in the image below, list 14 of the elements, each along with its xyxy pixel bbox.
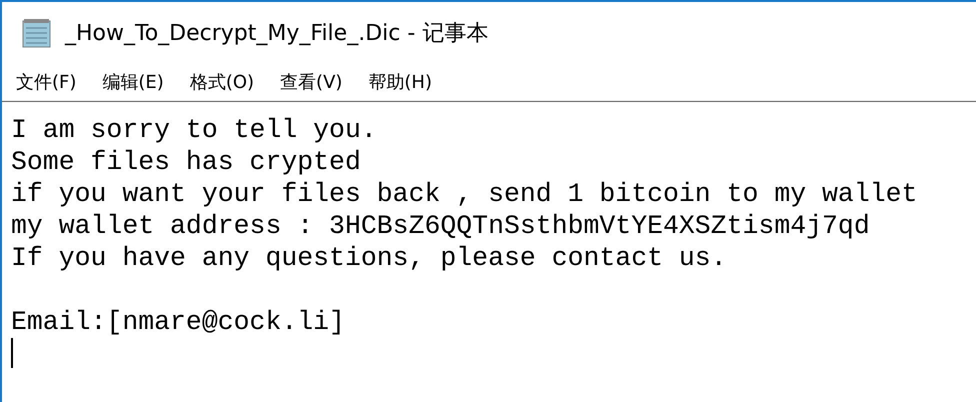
text-cursor [11,338,13,368]
notepad-icon [21,18,53,48]
text-line: if you want your files back , send 1 bitcoin to my wallet [11,178,918,210]
menu-item[interactable]: 文件(F) [16,70,76,94]
text-line: If you have any questions, please contact us. [11,242,727,274]
text-line: Email:[nmare@cock.li] [11,306,345,338]
menu-item[interactable]: 编辑(E) [102,70,164,94]
text-line: I am sorry to tell you. [11,114,377,146]
menu-item[interactable]: 查看(V) [280,70,342,94]
text-line: Some files has crypted [11,146,361,178]
window-title: _How_To_Decrypt_My_File_.Dic - 记事本 [65,20,488,48]
menu-item[interactable]: 格式(O) [190,70,254,94]
text-line: my wallet address : 3HCBsZ6QQTnSsthbmVtYE4XSZtism4j7qd [11,210,870,242]
menu-item[interactable]: 帮助(H) [368,70,432,94]
